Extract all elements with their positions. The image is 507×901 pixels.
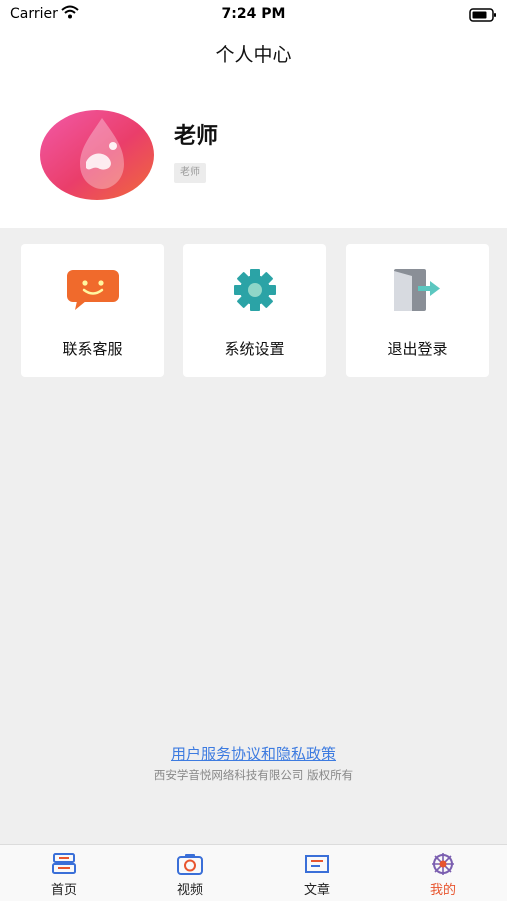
contact-service-label: 联系客服 <box>62 340 123 358</box>
tab-article[interactable]: 文章 <box>254 845 380 901</box>
logout-button[interactable]: 退出登录 <box>346 244 489 377</box>
camera-icon <box>127 852 253 876</box>
page-title: 个人中心 <box>215 44 292 66</box>
tab-video[interactable]: 视频 <box>127 845 253 901</box>
tab-home[interactable]: 首页 <box>1 845 127 901</box>
contact-service-button[interactable]: 联系客服 <box>21 244 164 377</box>
system-settings-button[interactable]: 系统设置 <box>183 244 326 377</box>
tab-mine[interactable]: 我的 <box>380 845 506 901</box>
logout-label: 退出登录 <box>387 340 448 358</box>
role-badge: 老师 <box>174 163 206 183</box>
copyright-text: 西安学音悦网络科技有限公司 版权所有 <box>153 768 354 782</box>
article-icon <box>254 852 380 876</box>
tab-article-label: 文章 <box>303 883 330 898</box>
tab-mine-label: 我的 <box>429 883 456 898</box>
gear-icon <box>183 268 326 312</box>
battery-icon <box>469 7 497 26</box>
chat-icon <box>21 268 164 312</box>
status-bar: Carrier 7:24 PM <box>0 0 507 28</box>
avatar[interactable] <box>40 110 154 200</box>
privacy-policy-link[interactable]: 用户服务协议和隐私政策 <box>0 743 507 764</box>
home-icon <box>1 852 127 876</box>
status-time: 7:24 PM <box>221 6 286 22</box>
logout-icon <box>346 268 489 312</box>
profile-header: Carrier 7:24 PM 个人中心 老师 老师 <box>0 0 507 228</box>
tab-video-label: 视频 <box>176 883 203 898</box>
tab-bar: 首页 视频 文章 我的 <box>0 844 507 901</box>
system-settings-label: 系统设置 <box>224 340 285 358</box>
user-name: 老师 <box>174 124 219 149</box>
profile-icon <box>380 852 506 876</box>
tab-home-label: 首页 <box>50 883 77 898</box>
